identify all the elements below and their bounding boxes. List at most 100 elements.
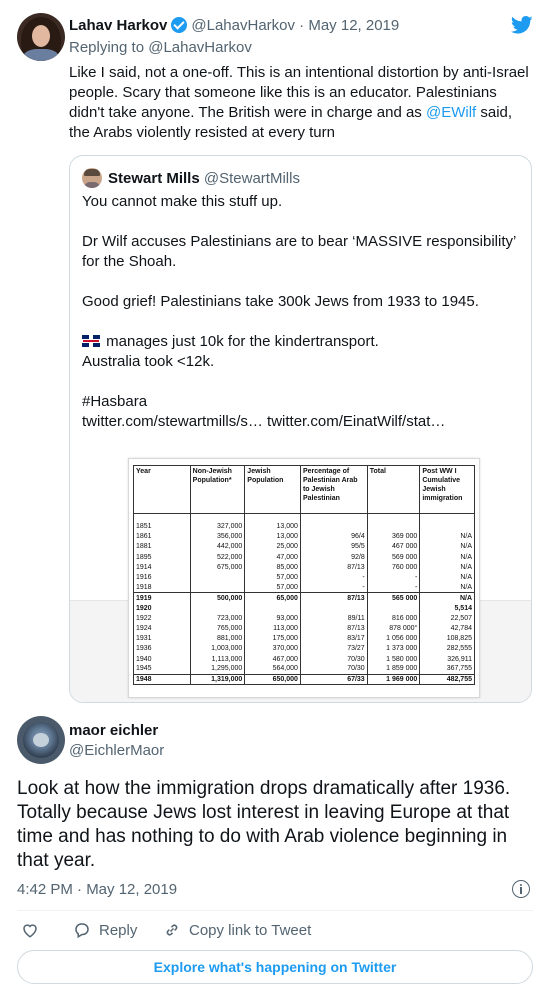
table-row: 1914 675,000 85,000 87/13 760 000 N/A xyxy=(133,562,475,573)
table-cell: 175,000 xyxy=(244,633,301,644)
table-cell: 569 000 xyxy=(366,552,421,563)
table-row: 1919 500,000 65,000 87/13 565 000 N/A xyxy=(133,592,475,603)
table-cell: N/A xyxy=(419,582,475,593)
table-cell: 1924 xyxy=(133,623,191,634)
table-cell: 367,755 xyxy=(419,664,475,675)
table-cell: 675,000 xyxy=(189,562,246,573)
table-cell xyxy=(419,521,475,532)
table-cell: 70/30 xyxy=(299,653,368,665)
table-cell: 1940 xyxy=(133,653,191,665)
table-cell xyxy=(189,572,246,583)
table-cell: 282,555 xyxy=(419,643,475,654)
tweet-date[interactable]: May 12, 2019 xyxy=(308,17,399,34)
author-name[interactable]: Lahav Harkov xyxy=(69,17,167,34)
table-cell xyxy=(299,603,368,614)
table-cell: 1 859 000 xyxy=(366,664,421,675)
table-row: 1861 356,000 13,000 96/4 369 000 N/A xyxy=(133,531,475,542)
table-cell xyxy=(366,521,421,532)
table-cell: 87/13 xyxy=(299,623,368,634)
table-cell: 113,000 xyxy=(244,623,301,634)
table-cell: 467,000 xyxy=(244,653,301,665)
table-row: 1895 522,000 47,000 92/8 569 000 N/A xyxy=(133,552,475,563)
table-cell: 723,000 xyxy=(189,613,246,624)
table-cell: N/A xyxy=(419,552,475,563)
table-cell: 1 373 000 xyxy=(366,643,421,654)
table-cell: 500,000 xyxy=(189,592,246,603)
col-percentage: Percentage of Palestinian Arab to Jewish… xyxy=(299,465,368,514)
reply-button[interactable]: Reply xyxy=(73,920,137,942)
quoted-tweet-header: Stewart Mills @StewartMills xyxy=(108,169,300,189)
heart-icon xyxy=(23,924,37,938)
explore-button[interactable]: Explore what's happening on Twitter xyxy=(17,950,533,984)
copy-link-button[interactable]: Copy link to Tweet xyxy=(163,920,311,942)
like-button[interactable] xyxy=(21,920,47,942)
table-row: 1945 1,295,000 564,000 70/30 1 859 000 367,75… xyxy=(133,664,475,675)
table-cell: 326,911 xyxy=(419,653,475,665)
lahav-avatar[interactable] xyxy=(17,13,65,61)
table-cell: 1,295,000 xyxy=(189,664,246,675)
table-cell: 482,755 xyxy=(419,673,475,686)
table-cell: N/A xyxy=(419,531,475,542)
table-cell: 96/4 xyxy=(299,531,368,542)
table-cell: 369 000 xyxy=(366,531,421,542)
table-cell: 327,000 xyxy=(189,521,246,532)
table-cell: 83/17 xyxy=(299,633,368,644)
table-row: 1924 765,000 113,000 87/13 878 000° 42,784 xyxy=(133,623,475,634)
table-cell: 816 000 xyxy=(366,613,421,624)
table-cell: 370,000 xyxy=(244,643,301,654)
table-cell: 89/11 xyxy=(299,613,368,624)
table-cell: 1,113,000 xyxy=(189,653,246,665)
table-cell: 57,000 xyxy=(244,572,301,583)
link-icon xyxy=(166,924,178,936)
table-cell: 95/5 xyxy=(299,541,368,553)
table-cell: 47,000 xyxy=(244,552,301,563)
table-cell: 25,000 xyxy=(244,541,301,553)
table-cell: 442,000 xyxy=(189,541,246,553)
mention-link[interactable]: @EWilf xyxy=(426,104,476,121)
table-cell: 1918 xyxy=(133,582,191,593)
twitter-logo-icon[interactable] xyxy=(510,14,534,36)
table-cell: 93,000 xyxy=(244,613,301,624)
table-cell: 765,000 xyxy=(189,623,246,634)
table-cell: 760 000 xyxy=(366,562,421,573)
author-handle[interactable]: @LahavHarkov xyxy=(191,17,295,34)
table-row: 1881 442,000 25,000 95/5 467 000 N/A xyxy=(133,541,475,553)
quoted-tweet-text: You cannot make this stuff up. Dr Wilf a… xyxy=(82,193,516,430)
table-cell: 1861 xyxy=(133,531,191,542)
table-cell: - xyxy=(299,572,368,583)
table-cell: 42,784 xyxy=(419,623,475,634)
table-cell: 881,000 xyxy=(189,633,246,644)
col-jewish: Jewish Population xyxy=(244,465,301,514)
replying-to[interactable]: Replying to @LahavHarkov xyxy=(69,38,252,58)
main-author-name[interactable]: maor eichler xyxy=(69,721,158,741)
table-cell: 650,000 xyxy=(244,673,301,686)
population-table: Year Non-Jewish Population* Jewish Popul… xyxy=(133,465,475,686)
table-row: 1916 57,000- - N/A xyxy=(133,572,475,583)
table-cell: 85,000 xyxy=(244,562,301,573)
table-cell: 87/13 xyxy=(299,562,368,573)
table-cell: N/A xyxy=(419,562,475,573)
main-author-handle[interactable]: @EichlerMaor xyxy=(69,741,164,761)
table-row: 1940 1,113,000 467,000 70/30 1 580 000 326,91… xyxy=(133,653,475,665)
quoted-author-handle: @StewartMills xyxy=(203,170,300,187)
stewart-avatar xyxy=(82,168,102,188)
population-table-image: Year Non-Jewish Population* Jewish Popul… xyxy=(128,458,480,698)
reply-label: Reply xyxy=(99,922,138,939)
verified-badge-icon xyxy=(171,17,188,33)
table-cell: 67/33 xyxy=(299,673,368,686)
col-nonjewish: Non-Jewish Population* xyxy=(189,465,246,514)
tweet-timestamp[interactable]: 4:42 PM · May 12, 2019 xyxy=(17,880,177,900)
table-cell: 87/13 xyxy=(299,592,368,603)
table-spacer-row xyxy=(133,513,475,522)
table-cell: N/A xyxy=(419,592,475,603)
table-cell: 1895 xyxy=(133,552,191,563)
table-cell: 1914 xyxy=(133,562,191,573)
table-cell: - xyxy=(366,582,421,593)
table-cell: N/A xyxy=(419,541,475,553)
table-row: 1948 1,319,000 650,000 67/33 1 969 000 482,75… xyxy=(133,673,475,686)
table-cell: 1 580 000 xyxy=(366,653,421,665)
table-cell: 467 000 xyxy=(366,541,421,553)
maor-avatar[interactable] xyxy=(17,716,65,764)
info-icon[interactable] xyxy=(512,880,530,898)
reply-tweet-header: Lahav Harkov @LahavHarkov · May 12, 2019 xyxy=(69,16,399,36)
